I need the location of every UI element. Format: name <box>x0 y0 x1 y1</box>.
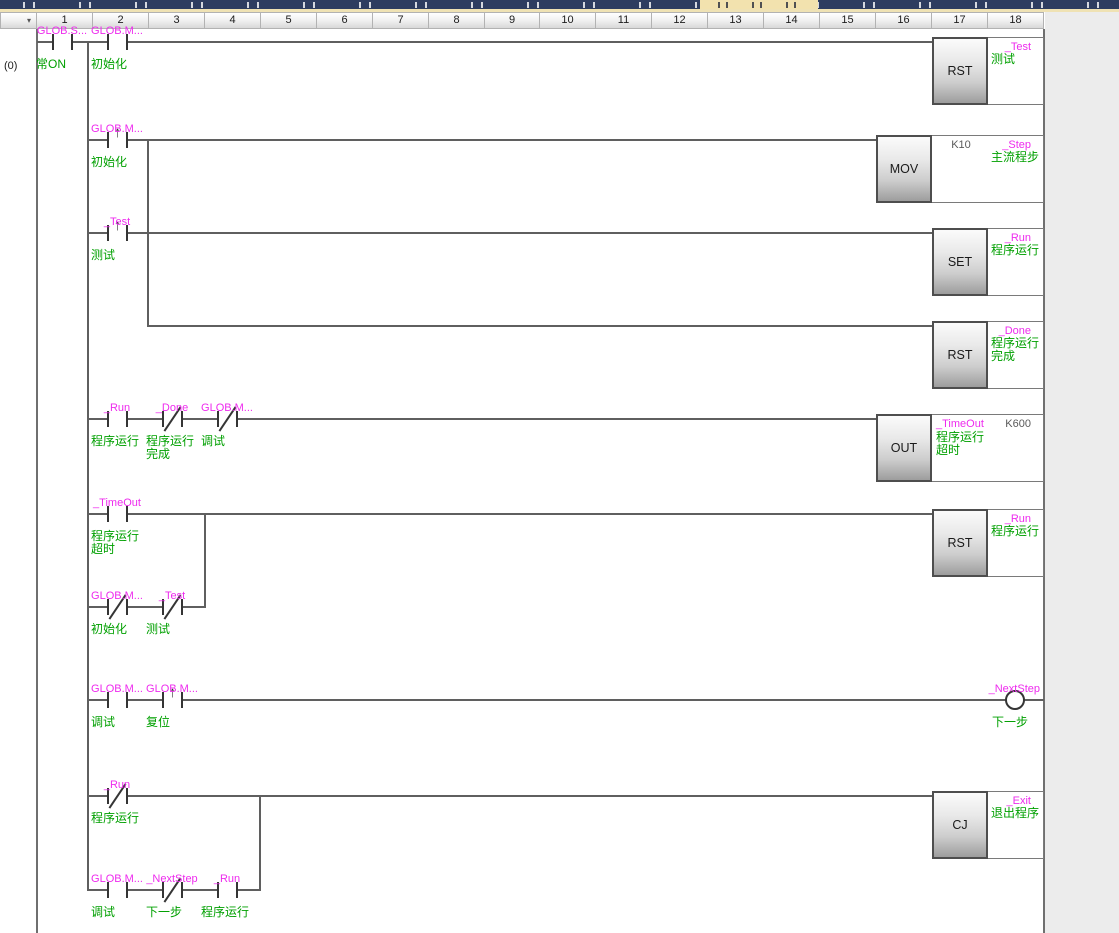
column-header-7[interactable]: 7 <box>373 12 429 29</box>
operand-comment: 程序运行 <box>201 906 249 919</box>
header-corner[interactable]: ▾ <box>0 12 37 29</box>
left-power-rail <box>36 29 38 933</box>
instruction-op: RST <box>932 37 988 105</box>
operand-label: GLOB.M... <box>91 683 143 695</box>
operand-label: _Run <box>104 402 130 414</box>
instruction-block-out[interactable]: OUT _TimeOut 程序运行 超时 K600 <box>876 414 1044 482</box>
toolbar-icon-fragments <box>0 2 1119 8</box>
block-operand-comment: 主流程步 <box>991 151 1039 164</box>
column-header-9[interactable]: 9 <box>485 12 540 29</box>
instruction-op: CJ <box>932 791 988 859</box>
column-header-10[interactable]: 10 <box>540 12 596 29</box>
operand-label: GLOB.M... <box>91 873 143 885</box>
operand-comment: 初始化 <box>91 623 127 636</box>
operand-label: _Done <box>156 402 188 414</box>
rung-line <box>88 418 876 420</box>
block-constant: K600 <box>1005 418 1031 430</box>
rung-line <box>88 795 932 797</box>
rung-line <box>88 699 1044 701</box>
operand-label: _Run <box>104 779 130 791</box>
column-header-14[interactable]: 14 <box>764 12 820 29</box>
right-side-panel <box>1045 12 1119 933</box>
rung-line <box>88 232 932 234</box>
rung-line <box>88 513 932 515</box>
block-operand-comment: 测试 <box>991 53 1015 66</box>
branch-rail <box>87 41 89 891</box>
instruction-op: SET <box>932 228 988 296</box>
operand-label: _Run <box>214 873 240 885</box>
instruction-op: RST <box>932 321 988 389</box>
instruction-op: RST <box>932 509 988 577</box>
operand-comment: 初始化 <box>91 58 127 71</box>
operand-label: GLOB.M... <box>91 590 143 602</box>
column-header-13[interactable]: 13 <box>708 12 764 29</box>
operand-comment: 程序运行 完成 <box>146 435 194 461</box>
operand-label: GLOB.M... <box>91 123 143 135</box>
operand-label: GLOB.S... <box>37 25 87 37</box>
block-operand-comment: 程序运行 <box>991 244 1039 257</box>
column-header-3[interactable]: 3 <box>149 12 205 29</box>
rung-line <box>88 139 876 141</box>
operand-comment: 程序运行 <box>91 812 139 825</box>
operand-label: GLOB.M... <box>146 683 198 695</box>
operand-label: GLOB.M... <box>201 402 253 414</box>
rung-line <box>148 325 932 327</box>
operand-label: _Test <box>159 590 185 602</box>
operand-comment: 程序运行 超时 <box>91 530 139 556</box>
column-header-11[interactable]: 11 <box>596 12 652 29</box>
column-header-15[interactable]: 15 <box>820 12 876 29</box>
instruction-op: OUT <box>876 414 932 482</box>
instruction-block-set[interactable]: SET _Run 程序运行 <box>932 228 1044 296</box>
step-number: (0) <box>4 60 17 72</box>
block-operand-comment: 退出程序 <box>991 807 1039 820</box>
operand-label: _NextStep <box>146 873 197 885</box>
instruction-block-cj[interactable]: CJ _Exit 退出程序 <box>932 791 1044 859</box>
block-operand-label: _TimeOut <box>936 418 984 430</box>
column-header-5[interactable]: 5 <box>261 12 317 29</box>
operand-comment: 初始化 <box>91 156 127 169</box>
rung-line <box>37 41 932 43</box>
toolbar-strip[interactable] <box>0 0 1119 12</box>
operand-comment: 调试 <box>201 435 225 448</box>
operand-comment: 复位 <box>146 716 170 729</box>
block-operand-comment: 程序运行 <box>991 525 1039 538</box>
operand-comment: 程序运行 <box>91 435 139 448</box>
operand-comment: 测试 <box>91 249 115 262</box>
operand-comment: 常ON <box>36 58 66 71</box>
coil-operand-comment: 下一步 <box>992 716 1028 729</box>
instruction-block-rst[interactable]: RST _Test 测试 <box>932 37 1044 105</box>
operand-label: _TimeOut <box>93 497 141 509</box>
instruction-op: MOV <box>876 135 932 203</box>
instruction-block-rst[interactable]: RST _Run 程序运行 <box>932 509 1044 577</box>
coil-operand-label: _NextStep <box>900 683 1040 695</box>
branch-line <box>259 795 261 891</box>
column-header-4[interactable]: 4 <box>205 12 261 29</box>
operand-comment: 调试 <box>91 716 115 729</box>
instruction-block-mov[interactable]: MOV K10 _Step 主流程步 <box>876 135 1044 203</box>
column-header-18[interactable]: 18 <box>988 12 1044 29</box>
column-header-8[interactable]: 8 <box>429 12 485 29</box>
column-header-6[interactable]: 6 <box>317 12 373 29</box>
instruction-block-rst[interactable]: RST _Done 程序运行 完成 <box>932 321 1044 389</box>
column-header-16[interactable]: 16 <box>876 12 932 29</box>
block-constant: K10 <box>933 139 989 151</box>
operand-label: _Test <box>104 216 130 228</box>
operand-comment: 调试 <box>91 906 115 919</box>
column-header-12[interactable]: 12 <box>652 12 708 29</box>
operand-comment: 测试 <box>146 623 170 636</box>
block-operand-comment: 程序运行 完成 <box>991 337 1039 363</box>
operand-comment: 下一步 <box>146 906 182 919</box>
column-header-17[interactable]: 17 <box>932 12 988 29</box>
rung-line <box>88 606 205 608</box>
toolbar-icon-fragments <box>708 2 812 8</box>
branch-line <box>204 513 206 608</box>
block-operand-comment: 程序运行 超时 <box>936 431 984 457</box>
ladder-editor: ▾ 1 2 3 4 5 6 7 8 9 10 11 12 13 14 15 16… <box>0 0 1119 933</box>
operand-label: GLOB.M... <box>91 25 143 37</box>
